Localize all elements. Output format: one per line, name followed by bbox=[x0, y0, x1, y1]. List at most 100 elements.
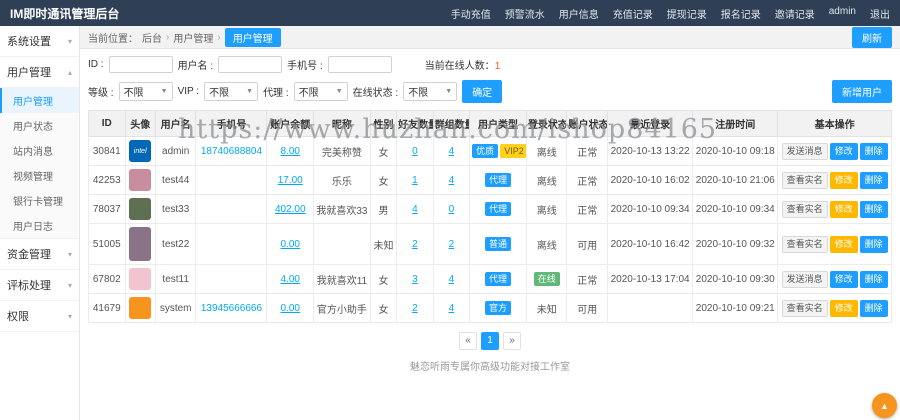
sidebar-item-5[interactable]: 用户日志 bbox=[0, 213, 79, 238]
message-button[interactable]: 查看实名 bbox=[782, 236, 828, 253]
id-input[interactable] bbox=[109, 56, 173, 73]
column-header[interactable]: 性别 bbox=[370, 111, 396, 137]
cell-phone bbox=[196, 265, 267, 294]
cell-friend-count[interactable]: 1 bbox=[397, 166, 434, 195]
cell-register-time: 2020-10-10 21:06 bbox=[693, 166, 778, 195]
cell-actions: 发送消息修改删除 bbox=[778, 137, 892, 166]
sidebar-group-label: 资金管理 bbox=[7, 246, 51, 262]
column-header[interactable]: ID bbox=[89, 111, 126, 137]
cell-friend-count[interactable]: 3 bbox=[397, 265, 434, 294]
delete-button[interactable]: 删除 bbox=[860, 172, 888, 189]
sidebar-item-0[interactable]: 用户管理 bbox=[0, 88, 79, 113]
username-label: 用户名 : bbox=[178, 57, 214, 72]
page-button-1[interactable]: 1 bbox=[481, 332, 499, 350]
back-to-top-button[interactable]: ▲ bbox=[872, 393, 897, 418]
sidebar-item-4[interactable]: 银行卡管理 bbox=[0, 188, 79, 213]
cell-balance[interactable]: 0.00 bbox=[267, 224, 314, 265]
message-button[interactable]: 查看实名 bbox=[782, 172, 828, 189]
agent-select[interactable]: 不限 ▼ bbox=[294, 82, 348, 101]
cell-balance[interactable]: 402.00 bbox=[267, 195, 314, 224]
cell-phone[interactable]: 18740688804 bbox=[196, 137, 267, 166]
refresh-button[interactable]: 刷新 bbox=[852, 27, 892, 48]
username-input[interactable] bbox=[218, 56, 282, 73]
column-header[interactable]: 基本操作 bbox=[778, 111, 892, 137]
cell-group-count[interactable]: 0 bbox=[433, 195, 470, 224]
topbar-menu-item[interactable]: 提现记录 bbox=[667, 6, 707, 21]
search-filter-row: ID : 用户名 : 手机号 : 当前在线人数：1 bbox=[88, 56, 892, 73]
vip-select[interactable]: 不限 ▼ bbox=[204, 82, 258, 101]
delete-button[interactable]: 删除 bbox=[860, 201, 888, 218]
chevron-up-icon: ▴ bbox=[68, 68, 72, 77]
breadcrumb-item-users[interactable]: 用户管理 bbox=[173, 30, 213, 45]
user-table: ID头像用户名手机号账户余额昵称性别好友数量群组数量用户类型登录状态账户状态最近… bbox=[88, 110, 892, 323]
cell-group-count[interactable]: 4 bbox=[433, 294, 470, 323]
cell-group-count[interactable]: 4 bbox=[433, 265, 470, 294]
online-status-select[interactable]: 不限 ▼ bbox=[403, 82, 457, 101]
topbar-menu-item[interactable]: 退出 bbox=[870, 6, 890, 21]
topbar-menu-item[interactable]: 手动充值 bbox=[451, 6, 491, 21]
column-header[interactable]: 手机号 bbox=[196, 111, 267, 137]
message-button[interactable]: 查看实名 bbox=[782, 201, 828, 218]
topbar-menu-item[interactable]: admin bbox=[829, 6, 856, 21]
prev-page-button[interactable]: « bbox=[459, 332, 477, 350]
cell-friend-count[interactable]: 2 bbox=[397, 224, 434, 265]
topbar-menu-item[interactable]: 充值记录 bbox=[613, 6, 653, 21]
sidebar-group-1[interactable]: 用户管理▴ bbox=[0, 57, 79, 88]
column-header[interactable]: 群组数量 bbox=[433, 111, 470, 137]
breadcrumb-item-current[interactable]: 用户管理 bbox=[225, 28, 281, 47]
topbar-menu-item[interactable]: 邀请记录 bbox=[775, 6, 815, 21]
edit-button[interactable]: 修改 bbox=[830, 236, 858, 253]
topbar-menu-item[interactable]: 用户信息 bbox=[559, 6, 599, 21]
cell-friend-count[interactable]: 0 bbox=[397, 137, 434, 166]
edit-button[interactable]: 修改 bbox=[830, 143, 858, 160]
breadcrumb-item-home[interactable]: 后台 bbox=[142, 30, 162, 45]
cell-balance[interactable]: 0.00 bbox=[267, 294, 314, 323]
column-header[interactable]: 好友数量 bbox=[397, 111, 434, 137]
cell-balance[interactable]: 4.00 bbox=[267, 265, 314, 294]
message-button[interactable]: 发送消息 bbox=[782, 271, 828, 288]
sidebar-item-1[interactable]: 用户状态 bbox=[0, 113, 79, 138]
add-user-button[interactable]: 新增用户 bbox=[832, 80, 892, 103]
sidebar-group-2[interactable]: 资金管理▾ bbox=[0, 239, 79, 270]
cell-phone[interactable]: 13945666666 bbox=[196, 294, 267, 323]
cell-balance[interactable]: 8.00 bbox=[267, 137, 314, 166]
edit-button[interactable]: 修改 bbox=[830, 300, 858, 317]
column-header[interactable]: 登录状态 bbox=[526, 111, 567, 137]
topbar-menu-item[interactable]: 报名记录 bbox=[721, 6, 761, 21]
delete-button[interactable]: 删除 bbox=[860, 236, 888, 253]
cell-friend-count[interactable]: 2 bbox=[397, 294, 434, 323]
submit-button[interactable]: 确定 bbox=[462, 80, 502, 103]
sidebar-group-4[interactable]: 权限▾ bbox=[0, 301, 79, 332]
delete-button[interactable]: 删除 bbox=[860, 143, 888, 160]
cell-group-count[interactable]: 2 bbox=[433, 224, 470, 265]
sidebar-group-3[interactable]: 评标处理▾ bbox=[0, 270, 79, 301]
sidebar-item-2[interactable]: 站内消息 bbox=[0, 138, 79, 163]
cell-avatar bbox=[125, 224, 155, 265]
column-header[interactable]: 注册时间 bbox=[693, 111, 778, 137]
sidebar-group-0[interactable]: 系统设置▾ bbox=[0, 26, 79, 57]
edit-button[interactable]: 修改 bbox=[830, 172, 858, 189]
edit-button[interactable]: 修改 bbox=[830, 201, 858, 218]
column-header[interactable]: 账户余额 bbox=[267, 111, 314, 137]
sidebar-item-3[interactable]: 视频管理 bbox=[0, 163, 79, 188]
next-page-button[interactable]: » bbox=[503, 332, 521, 350]
cell-friend-count[interactable]: 4 bbox=[397, 195, 434, 224]
phone-input[interactable] bbox=[328, 56, 392, 73]
cell-balance[interactable]: 17.00 bbox=[267, 166, 314, 195]
column-header[interactable]: 最近登录 bbox=[608, 111, 693, 137]
column-header[interactable]: 账户状态 bbox=[567, 111, 608, 137]
message-button[interactable]: 发送消息 bbox=[782, 143, 828, 160]
column-header[interactable]: 用户类型 bbox=[470, 111, 527, 137]
topbar-menu-item[interactable]: 预警流水 bbox=[505, 6, 545, 21]
level-select[interactable]: 不限 ▼ bbox=[119, 82, 173, 101]
column-header[interactable]: 昵称 bbox=[314, 111, 371, 137]
message-button[interactable]: 查看实名 bbox=[782, 300, 828, 317]
column-header[interactable]: 用户名 bbox=[155, 111, 196, 137]
cell-group-count[interactable]: 4 bbox=[433, 166, 470, 195]
cell-group-count[interactable]: 4 bbox=[433, 137, 470, 166]
delete-button[interactable]: 删除 bbox=[860, 271, 888, 288]
delete-button[interactable]: 删除 bbox=[860, 300, 888, 317]
column-header[interactable]: 头像 bbox=[125, 111, 155, 137]
user-type-badge: 官方 bbox=[485, 301, 511, 315]
edit-button[interactable]: 修改 bbox=[830, 271, 858, 288]
